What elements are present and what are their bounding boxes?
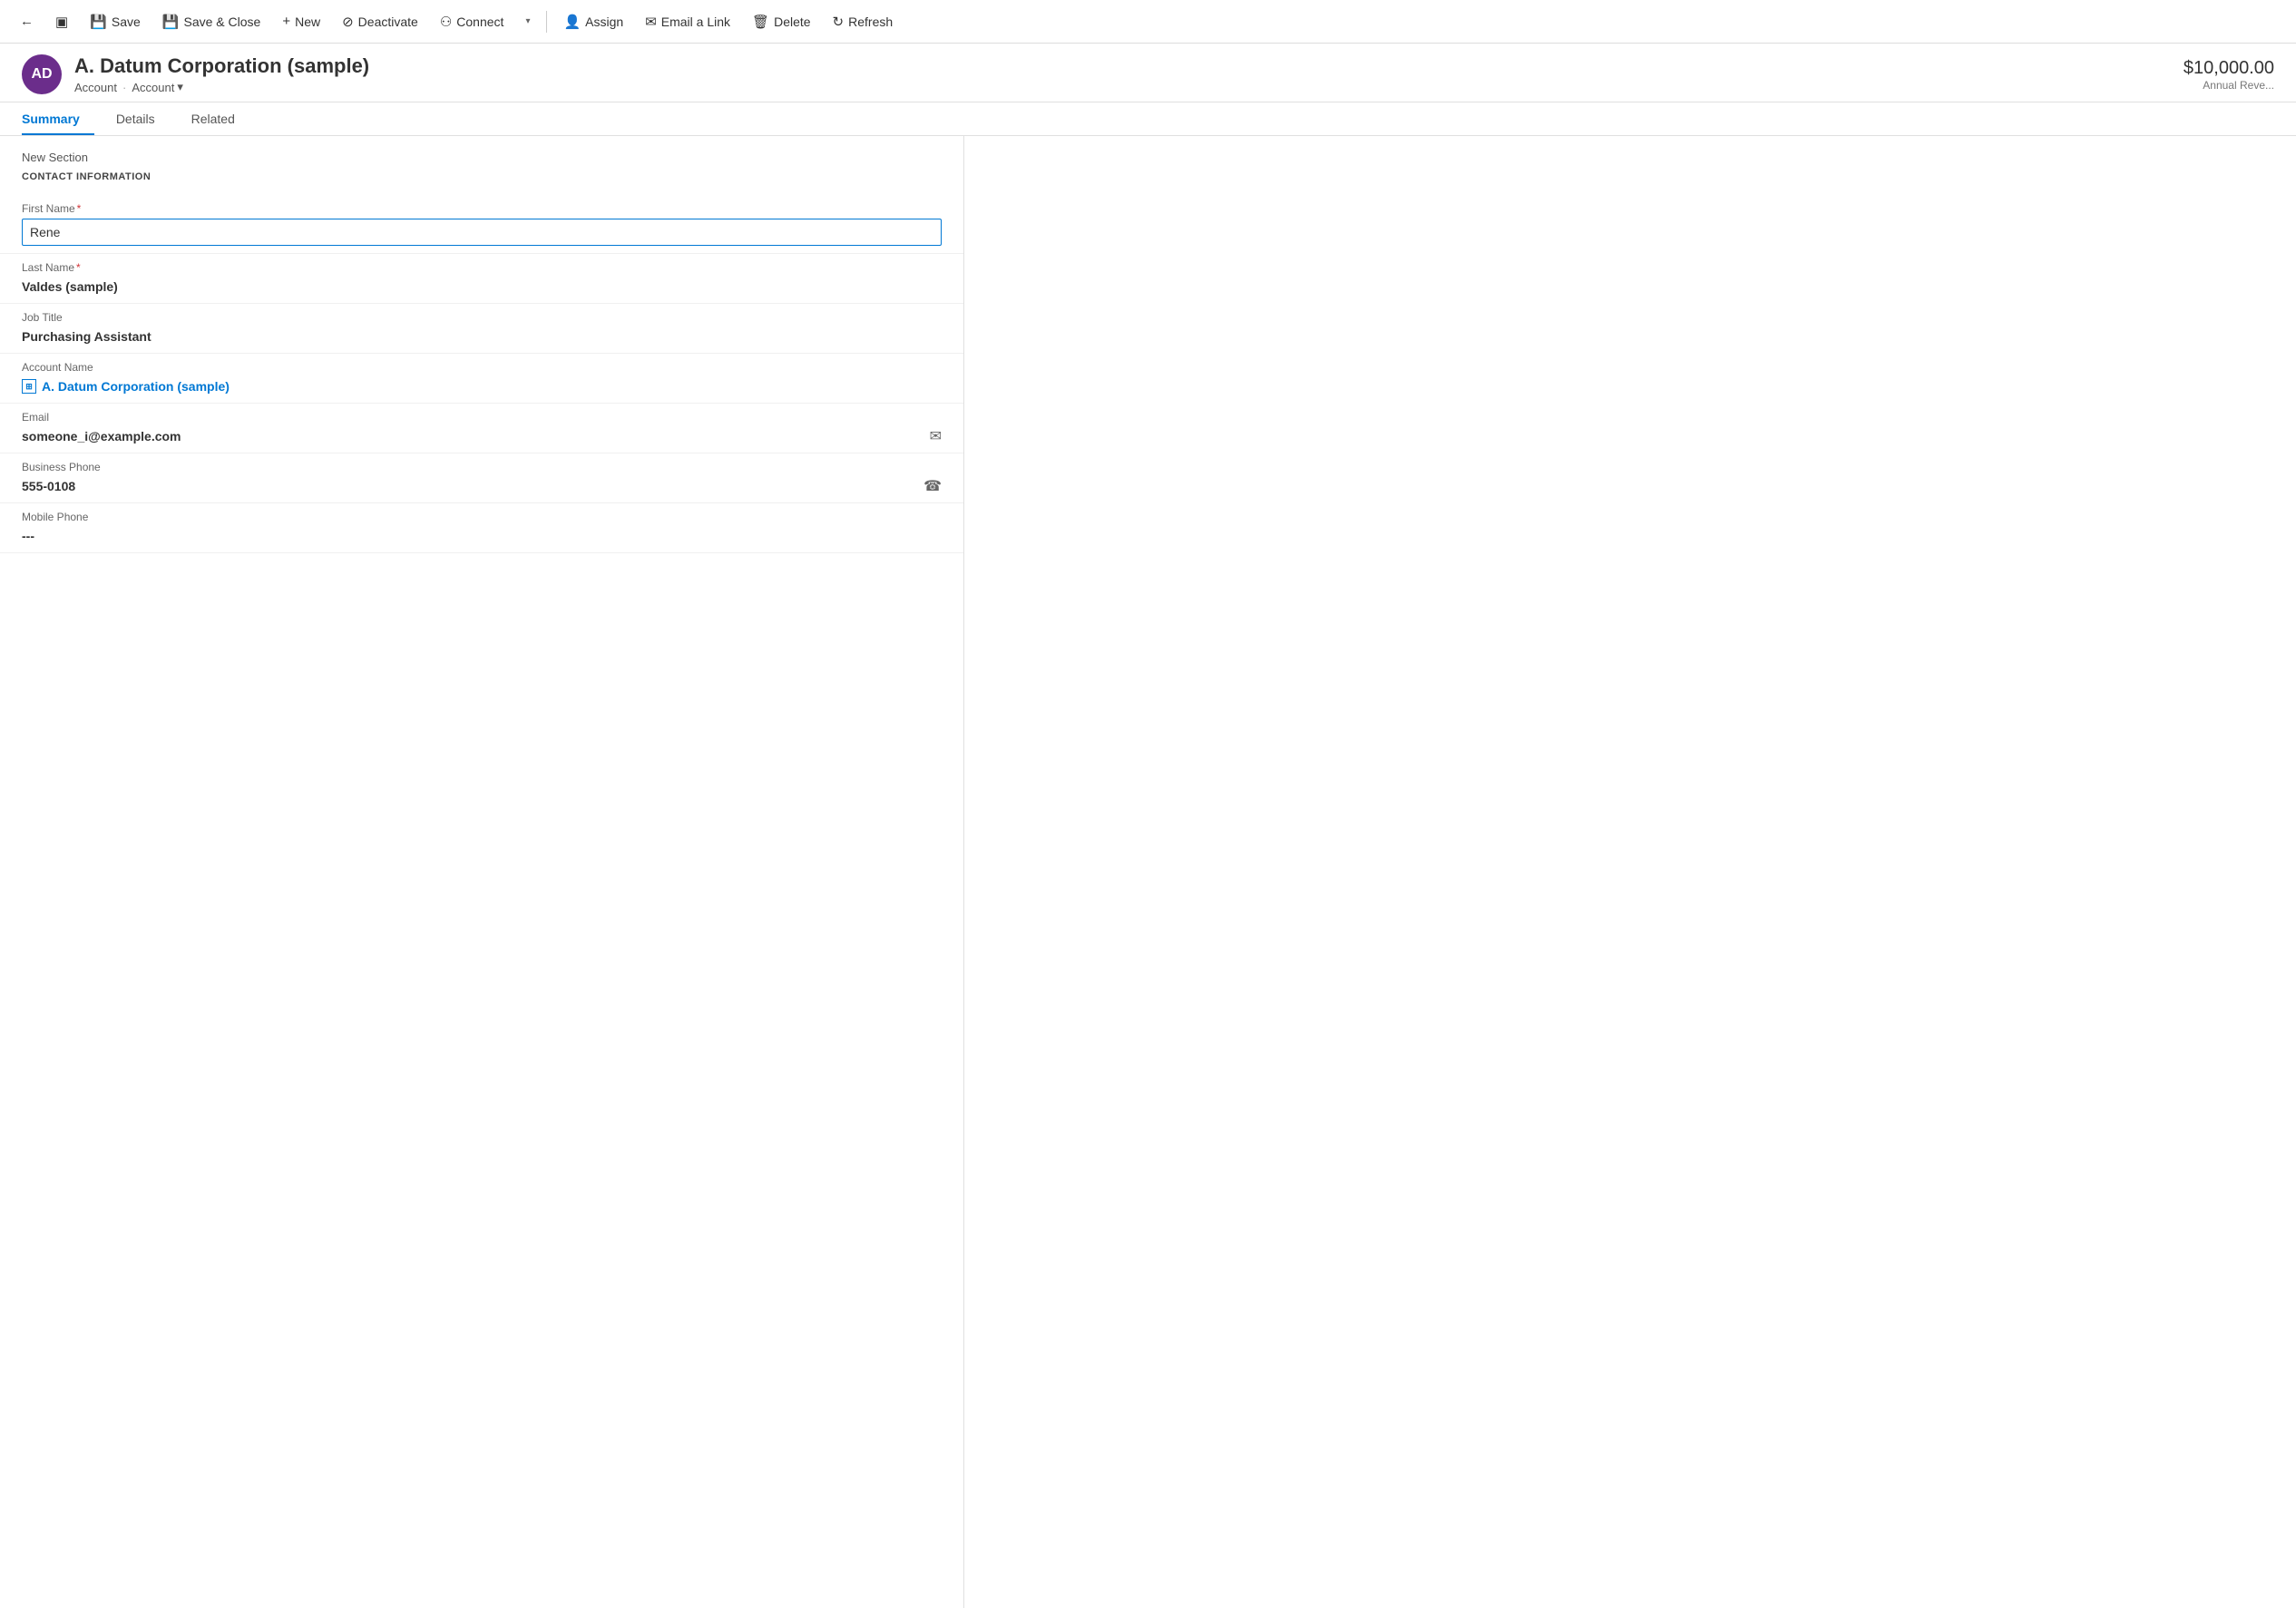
email-field-group: Email someone_i@example.com ✉ xyxy=(0,404,963,453)
mobile-phone-label: Mobile Phone xyxy=(22,511,942,523)
document-button[interactable]: ▣ xyxy=(46,10,77,34)
email-link-label: Email a Link xyxy=(661,15,730,29)
delete-icon: 🗑 xyxy=(752,14,769,30)
chevron-down-icon: ▾ xyxy=(525,16,530,26)
job-title-value: Purchasing Assistant xyxy=(22,327,942,346)
left-panel: New Section CONTACT INFORMATION First Na… xyxy=(0,136,964,1608)
tab-summary[interactable]: Summary xyxy=(22,102,94,135)
first-name-required: * xyxy=(77,202,82,215)
right-panel xyxy=(964,136,2296,1608)
business-phone-field-group: Business Phone 555-0108 ☎ xyxy=(0,453,963,503)
avatar: AD xyxy=(22,54,62,94)
breadcrumb-item-1: Account xyxy=(74,81,117,94)
delete-label: Delete xyxy=(774,15,810,29)
record-info: A. Datum Corporation (sample) Account · … xyxy=(74,54,369,94)
connect-dropdown-button[interactable]: ▾ xyxy=(516,13,539,30)
mobile-phone-value: --- xyxy=(22,527,942,545)
main-content: New Section CONTACT INFORMATION First Na… xyxy=(0,136,2296,1608)
back-icon: ← xyxy=(20,14,34,29)
email-link-icon: ✉ xyxy=(645,14,657,30)
account-name-label: Account Name xyxy=(22,361,942,374)
toolbar: ← ▣ 💾 Save 💾 Save & Close + New ⊘ Deacti… xyxy=(0,0,2296,44)
annual-revenue-label: Annual Reve... xyxy=(2184,79,2274,92)
last-name-value: Valdes (sample) xyxy=(22,278,942,296)
connect-icon: ⚇ xyxy=(440,14,452,30)
first-name-input[interactable] xyxy=(22,219,942,246)
deactivate-icon: ⊘ xyxy=(342,14,354,30)
annual-revenue-amount: $10,000.00 xyxy=(2184,58,2274,79)
new-label: New xyxy=(295,15,320,29)
delete-button[interactable]: 🗑 Delete xyxy=(743,10,820,34)
email-label: Email xyxy=(22,411,942,424)
record-breadcrumb: Account · Account ▾ xyxy=(74,80,369,94)
email-action-icon[interactable]: ✉ xyxy=(930,427,942,445)
connect-button[interactable]: ⚇ Connect xyxy=(431,10,513,34)
phone-action-icon[interactable]: ☎ xyxy=(923,477,942,495)
deactivate-button[interactable]: ⊘ Deactivate xyxy=(333,10,427,34)
save-icon: 💾 xyxy=(90,14,107,30)
tab-details[interactable]: Details xyxy=(116,102,170,135)
breadcrumb-dropdown-icon: ▾ xyxy=(177,80,183,94)
email-value-row: someone_i@example.com ✉ xyxy=(22,427,942,445)
contact-info-heading: CONTACT INFORMATION xyxy=(0,171,963,195)
business-phone-label: Business Phone xyxy=(22,461,942,473)
record-header-right: $10,000.00 Annual Reve... xyxy=(2184,54,2274,92)
mobile-phone-field-group: Mobile Phone --- xyxy=(0,503,963,553)
save-close-button[interactable]: 💾 Save & Close xyxy=(153,10,270,34)
new-icon: + xyxy=(282,14,290,29)
toolbar-divider xyxy=(546,11,547,33)
first-name-field-group: First Name* xyxy=(0,195,963,254)
deactivate-label: Deactivate xyxy=(358,15,418,29)
last-name-label: Last Name* xyxy=(22,261,942,274)
account-name-link-text: A. Datum Corporation (sample) xyxy=(42,379,230,394)
business-phone-value-row: 555-0108 ☎ xyxy=(22,477,942,495)
save-close-icon: 💾 xyxy=(162,14,180,30)
save-button[interactable]: 💾 Save xyxy=(81,10,150,34)
refresh-button[interactable]: ↻ Refresh xyxy=(824,10,903,34)
refresh-label: Refresh xyxy=(848,15,893,29)
email-value: someone_i@example.com xyxy=(22,427,181,445)
record-header-left: AD A. Datum Corporation (sample) Account… xyxy=(22,54,369,94)
record-title: A. Datum Corporation (sample) xyxy=(74,54,369,78)
account-name-field-group: Account Name ⊞ A. Datum Corporation (sam… xyxy=(0,354,963,404)
last-name-required: * xyxy=(76,261,81,274)
breadcrumb-item-2[interactable]: Account ▾ xyxy=(132,80,183,94)
job-title-label: Job Title xyxy=(22,311,942,324)
back-button[interactable]: ← xyxy=(11,10,43,33)
assign-button[interactable]: 👤 Assign xyxy=(554,10,632,34)
breadcrumb-separator: · xyxy=(122,81,126,94)
save-close-label: Save & Close xyxy=(183,15,260,29)
connect-label: Connect xyxy=(456,15,503,29)
first-name-label: First Name* xyxy=(22,202,942,215)
tabs-bar: Summary Details Related xyxy=(0,102,2296,136)
document-icon: ▣ xyxy=(55,14,68,30)
job-title-field-group: Job Title Purchasing Assistant xyxy=(0,304,963,354)
last-name-field-group: Last Name* Valdes (sample) xyxy=(0,254,963,304)
account-link-icon: ⊞ xyxy=(22,379,36,394)
email-link-button[interactable]: ✉ Email a Link xyxy=(636,10,739,34)
breadcrumb-item-2-label: Account xyxy=(132,81,174,94)
record-header: AD A. Datum Corporation (sample) Account… xyxy=(0,44,2296,102)
tab-related[interactable]: Related xyxy=(191,102,249,135)
assign-icon: 👤 xyxy=(563,14,581,30)
refresh-icon: ↻ xyxy=(833,14,845,30)
save-label: Save xyxy=(112,15,141,29)
new-button[interactable]: + New xyxy=(273,10,329,33)
new-section-label: New Section xyxy=(0,151,963,171)
account-name-value[interactable]: ⊞ A. Datum Corporation (sample) xyxy=(22,377,942,395)
assign-label: Assign xyxy=(585,15,623,29)
business-phone-value: 555-0108 xyxy=(22,477,75,495)
